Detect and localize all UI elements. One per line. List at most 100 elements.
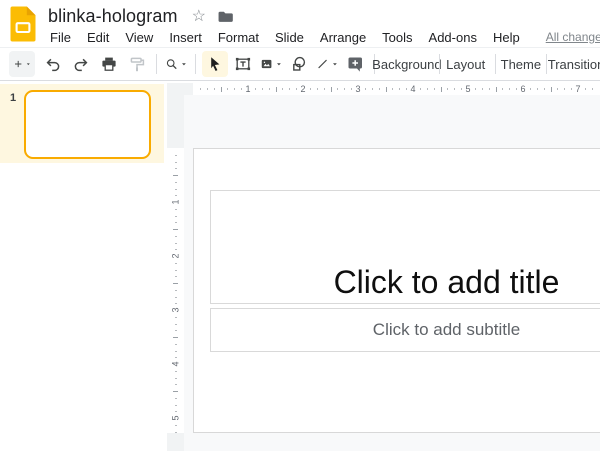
title-placeholder-text: Click to add title <box>334 264 560 301</box>
h-ruler-number-3: 3 <box>353 84 363 94</box>
ruler-tick <box>175 378 177 379</box>
ruler-tick <box>175 162 177 163</box>
ruler-tick <box>175 209 177 210</box>
insert-line-button[interactable] <box>314 51 340 77</box>
slide-editing-surface[interactable]: Click to add title Click to add subtitle <box>193 148 600 433</box>
ruler-tick <box>434 88 435 90</box>
ruler-tick <box>592 88 593 90</box>
ruler-tick <box>502 88 503 90</box>
ruler-tick <box>175 236 177 237</box>
print-icon <box>100 55 118 73</box>
ruler-tick <box>262 88 263 90</box>
ruler-tick <box>331 87 332 92</box>
menu-item-tools[interactable]: Tools <box>374 28 420 47</box>
menu-item-view[interactable]: View <box>117 28 161 47</box>
ruler-tick <box>175 243 177 244</box>
ruler-tick <box>482 88 483 90</box>
title-placeholder[interactable]: Click to add title <box>210 190 600 304</box>
toolbar: Background Layout Theme Transition <box>0 48 600 81</box>
h-ruler-number-2: 2 <box>298 84 308 94</box>
insert-image-button[interactable] <box>258 51 284 77</box>
subtitle-placeholder[interactable]: Click to add subtitle <box>210 308 600 352</box>
transition-button[interactable]: Transition <box>553 51 599 77</box>
slide-filmstrip[interactable]: 1 <box>0 81 164 451</box>
document-title[interactable]: blinka-hologram <box>48 6 178 27</box>
zoom-button[interactable] <box>163 51 189 77</box>
ruler-tick <box>557 88 558 90</box>
ruler-tick <box>221 87 222 92</box>
image-icon <box>260 55 273 73</box>
layout-button[interactable]: Layout <box>446 51 489 77</box>
menu-item-arrange[interactable]: Arrange <box>312 28 374 47</box>
ruler-tick <box>392 88 393 90</box>
ruler-tick <box>351 88 352 90</box>
background-button[interactable]: Background <box>381 51 433 77</box>
ruler-tick <box>175 317 177 318</box>
app-header: blinka-hologram ☆ FileEditViewInsertForm… <box>0 0 600 48</box>
toolbar-separator <box>156 54 157 74</box>
chevron-down-icon <box>332 60 338 68</box>
menu-item-help[interactable]: Help <box>485 28 528 47</box>
select-tool-button[interactable] <box>202 51 228 77</box>
v-ruler-number-4: 4 <box>171 359 181 370</box>
ruler-tick <box>234 88 235 90</box>
subtitle-placeholder-text: Click to add subtitle <box>373 320 520 340</box>
menu-item-file[interactable]: File <box>42 28 79 47</box>
v-ruler-number-2: 2 <box>171 251 181 262</box>
ruler-tick <box>406 88 407 90</box>
print-button[interactable] <box>96 51 122 77</box>
ruler-tick <box>317 88 318 90</box>
ruler-tick <box>175 324 177 325</box>
insert-comment-button[interactable] <box>342 51 368 77</box>
undo-button[interactable] <box>40 51 66 77</box>
menu-item-insert[interactable]: Insert <box>161 28 210 47</box>
ruler-tick <box>214 88 215 90</box>
ruler-tick <box>337 88 338 90</box>
menu-item-format[interactable]: Format <box>210 28 267 47</box>
filmstrip-slide-1[interactable]: 1 <box>0 84 164 163</box>
ruler-tick <box>537 88 538 90</box>
menu-item-slide[interactable]: Slide <box>267 28 312 47</box>
ruler-tick <box>564 88 565 90</box>
ruler-tick <box>269 88 270 90</box>
ruler-tick <box>175 384 177 385</box>
paint-format-button[interactable] <box>124 51 150 77</box>
shape-icon <box>290 55 308 73</box>
ruler-tick <box>173 175 178 176</box>
ruler-tick <box>175 270 177 271</box>
menu-row: FileEditViewInsertFormatSlideArrangeTool… <box>42 27 600 47</box>
menu-bar: FileEditViewInsertFormatSlideArrangeTool… <box>42 28 528 47</box>
line-icon <box>316 55 329 73</box>
slide-number: 1 <box>10 92 16 104</box>
h-ruler-number-1: 1 <box>243 84 253 94</box>
ruler-tick <box>175 351 177 352</box>
ruler-tick <box>461 88 462 90</box>
toolbar-separator <box>439 54 440 74</box>
redo-button[interactable] <box>68 51 94 77</box>
chevron-down-icon <box>276 60 282 68</box>
ruler-tick <box>365 88 366 90</box>
menu-item-add-ons[interactable]: Add-ons <box>421 28 485 47</box>
slides-logo[interactable] <box>9 5 37 43</box>
zoom-icon <box>165 55 178 73</box>
ruler-tick <box>324 88 325 90</box>
new-slide-button[interactable] <box>9 51 35 77</box>
ruler-tick <box>173 337 178 338</box>
horizontal-ruler: 1234567 <box>184 83 600 95</box>
ruler-tick <box>175 425 177 426</box>
v-ruler-number-5: 5 <box>171 413 181 424</box>
text-box-tool-button[interactable] <box>230 51 256 77</box>
toolbar-separator <box>195 54 196 74</box>
insert-shape-button[interactable] <box>286 51 312 77</box>
ruler-tick <box>175 398 177 399</box>
ruler-tick <box>175 276 177 277</box>
folder-icon[interactable] <box>217 9 234 24</box>
ruler-tick <box>175 182 177 183</box>
slide-thumbnail[interactable] <box>24 90 151 159</box>
menu-item-edit[interactable]: Edit <box>79 28 117 47</box>
theme-button[interactable]: Theme <box>502 51 541 77</box>
ruler-tick <box>175 330 177 331</box>
toolbar-separator <box>495 54 496 74</box>
star-icon[interactable]: ☆ <box>192 9 206 25</box>
save-status-link[interactable]: All changes saved in Drive <box>546 30 600 44</box>
